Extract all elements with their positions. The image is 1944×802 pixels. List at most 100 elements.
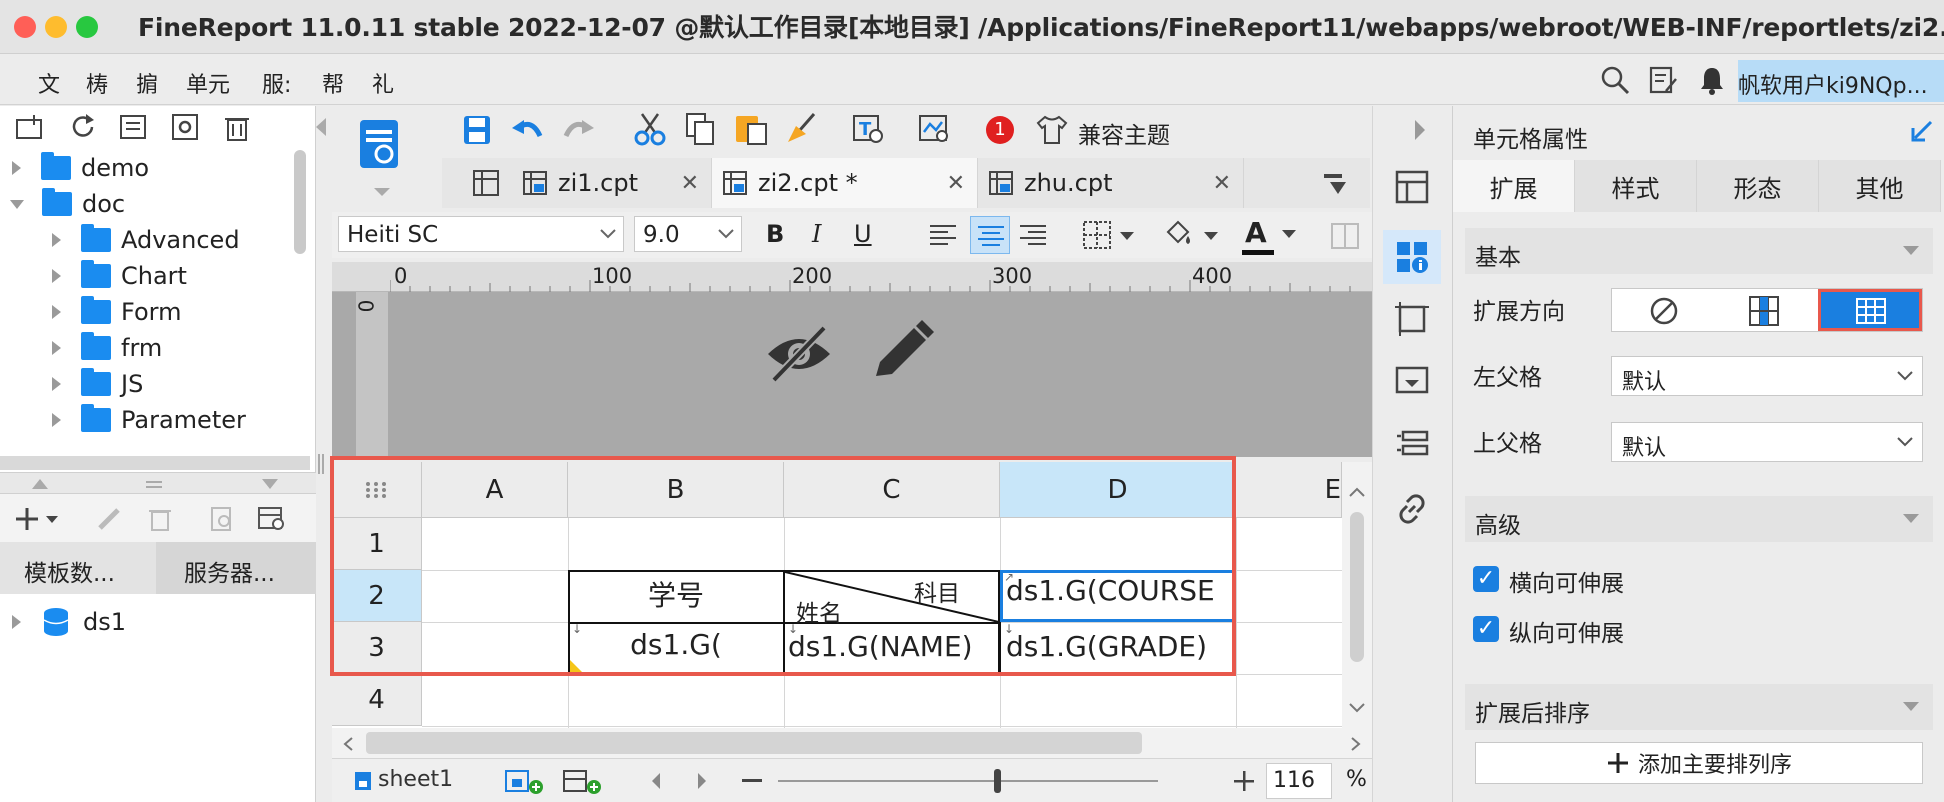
tab-expand[interactable]: 扩展 — [1453, 160, 1575, 212]
redo-icon[interactable] — [562, 114, 596, 146]
scroll-right-icon[interactable] — [1350, 736, 1362, 752]
preview-dataset-icon[interactable] — [208, 504, 236, 532]
chevron-down-icon[interactable] — [1280, 228, 1298, 240]
sheet-tab[interactable]: sheet1 — [378, 767, 453, 792]
upper-parent-select[interactable]: 默认 — [1611, 422, 1923, 462]
font-family-select[interactable]: Heiti SC — [338, 216, 624, 252]
scroll-left-icon[interactable] — [342, 736, 354, 752]
zoom-slider-handle[interactable] — [994, 769, 1001, 793]
expand-caret-icon[interactable] — [12, 161, 21, 175]
search-icon[interactable] — [1600, 65, 1630, 95]
user-account[interactable]: 帆软用户ki9NQp... — [1738, 60, 1944, 102]
cell-d3[interactable]: ds1.G(GRADE) — [1006, 630, 1234, 670]
expand-caret-icon[interactable] — [52, 413, 61, 427]
close-tab-icon[interactable]: ✕ — [947, 171, 965, 196]
widget-settings-icon[interactable] — [1395, 366, 1429, 396]
theme-shirt-icon[interactable] — [1036, 114, 1068, 146]
tree-item-parameter[interactable]: Parameter — [0, 402, 290, 438]
cell-attribute-tab[interactable] — [1383, 230, 1441, 284]
vertical-grip-icon[interactable] — [316, 454, 326, 474]
column-header-d[interactable]: D — [1000, 462, 1236, 518]
add-dashboard-sheet-icon[interactable] — [562, 767, 606, 795]
section-sort[interactable]: 扩展后排序 — [1465, 684, 1933, 730]
copy-icon[interactable] — [684, 112, 716, 146]
delete-icon[interactable] — [222, 112, 252, 142]
horizontal-scrollbar[interactable] — [332, 728, 1372, 758]
menu-insert[interactable]: 掮 — [136, 67, 158, 99]
align-left-icon[interactable] — [928, 222, 958, 248]
menu-server[interactable]: 服: — [262, 67, 291, 99]
template-preview-icon[interactable] — [356, 116, 406, 200]
menu-help[interactable]: 帮 — [322, 67, 344, 99]
delete-dataset-icon[interactable] — [146, 504, 174, 532]
dataset-item-ds1[interactable]: ds1 — [12, 604, 126, 640]
tab-zhu[interactable]: zhu.cpt ✕ — [978, 158, 1244, 208]
font-color-button[interactable]: A — [1240, 216, 1276, 256]
zoom-slider[interactable] — [778, 780, 1158, 782]
cut-icon[interactable] — [634, 112, 666, 146]
minimize-window-button[interactable] — [45, 16, 67, 38]
collapse-caret-icon[interactable] — [10, 199, 24, 209]
column-header-a[interactable]: A — [422, 462, 568, 518]
tree-scrollbar[interactable] — [294, 150, 306, 254]
collapse-down-icon[interactable] — [262, 479, 278, 489]
expand-caret-icon[interactable] — [52, 305, 61, 319]
previous-sheet-icon[interactable] — [650, 773, 662, 789]
close-tab-icon[interactable]: ✕ — [681, 171, 699, 196]
compat-theme-button[interactable]: 兼容主题 — [1078, 116, 1170, 150]
menu-community[interactable]: 礼 — [372, 67, 394, 99]
dock-arrow-icon[interactable] — [1909, 118, 1935, 144]
add-dataset-icon[interactable] — [14, 506, 60, 532]
cell-b3[interactable]: ds1.G( — [570, 628, 782, 668]
paste-icon[interactable] — [734, 112, 768, 146]
cell-b2[interactable]: 学号 — [570, 574, 782, 620]
spreadsheet-grid[interactable]: A B C D E 1 2 3 4 学号 科目 姓名 ds1.G(COURSE … — [332, 462, 1342, 728]
template-icon[interactable] — [118, 112, 148, 142]
tree-item-advanced[interactable]: Advanced — [0, 222, 290, 258]
underline-button[interactable]: U — [854, 220, 872, 248]
expand-panel-icon[interactable] — [1413, 120, 1427, 140]
condition-attribute-icon[interactable] — [1395, 430, 1429, 460]
horizontal-expand-button[interactable] — [1818, 289, 1922, 331]
add-report-sheet-icon[interactable] — [504, 767, 548, 795]
align-right-icon[interactable] — [1018, 222, 1048, 248]
tab-server-dataset[interactable]: 服务器... — [156, 542, 316, 594]
tree-item-form[interactable]: Form — [0, 294, 290, 330]
expand-caret-icon[interactable] — [52, 269, 61, 283]
cell-d2[interactable]: ds1.G(COURSE — [1006, 574, 1234, 618]
close-window-button[interactable] — [14, 16, 36, 38]
vertical-expand-icon[interactable] — [1748, 295, 1780, 327]
document-edit-icon[interactable] — [1648, 65, 1678, 95]
new-folder-icon[interactable] — [14, 112, 44, 142]
expand-caret-icon[interactable] — [52, 377, 61, 391]
tab-other[interactable]: 其他 — [1819, 160, 1941, 212]
format-painter-icon[interactable] — [784, 112, 818, 146]
row-header-1[interactable]: 1 — [332, 518, 422, 570]
vertical-scrollbar[interactable] — [1342, 462, 1372, 728]
hyperlink-icon[interactable] — [1395, 492, 1429, 526]
border-icon[interactable] — [1082, 220, 1138, 250]
menu-cell[interactable]: 单元 — [186, 67, 230, 99]
tab-zi1[interactable]: zi1.cpt ✕ — [512, 158, 712, 208]
section-advanced[interactable]: 高级 — [1465, 496, 1933, 542]
no-expand-icon[interactable] — [1648, 295, 1680, 327]
preview-icon[interactable] — [918, 112, 952, 146]
align-center-button[interactable] — [970, 216, 1010, 254]
tree-item-frm[interactable]: frm — [0, 330, 290, 366]
column-header-e[interactable]: E — [1236, 462, 1342, 518]
next-sheet-icon[interactable] — [696, 773, 708, 789]
dataset-settings-icon[interactable] — [256, 504, 286, 532]
save-icon[interactable] — [462, 114, 492, 146]
collapse-left-panel-icon[interactable] — [316, 118, 328, 136]
zoom-input[interactable]: 116 — [1266, 763, 1332, 799]
hide-eye-icon[interactable] — [764, 318, 834, 388]
panel-splitter[interactable] — [0, 472, 316, 494]
bell-icon[interactable] — [1698, 65, 1726, 95]
tab-list-dropdown-icon[interactable] — [1322, 172, 1348, 196]
italic-button[interactable]: I — [812, 220, 821, 248]
text-search-icon[interactable]: T — [852, 112, 886, 146]
settings-icon[interactable] — [170, 112, 200, 142]
tree-item-doc[interactable]: doc — [0, 186, 290, 222]
row-header-4[interactable]: 4 — [332, 674, 422, 726]
row-header-3[interactable]: 3 — [332, 622, 422, 674]
